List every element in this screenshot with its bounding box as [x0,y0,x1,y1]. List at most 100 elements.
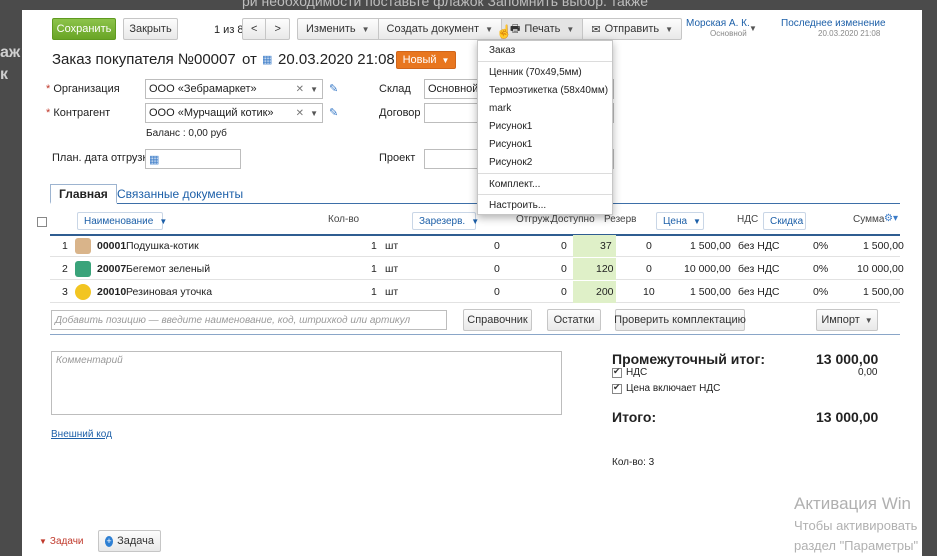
doc-from: от [242,51,257,68]
status-dropdown[interactable]: Новый ▼ [396,51,456,69]
tasks-toggle[interactable]: ▼ Задачи [39,536,84,547]
sum: 10 000,00 [857,263,904,275]
contract-label: Договор [379,107,421,119]
create-document-button[interactable]: Создать документ ▼ [379,19,502,39]
add-position-input[interactable]: Добавить позицию — введите наименование,… [51,310,447,330]
pager-nav: < > [242,18,290,40]
menu-item-thermal-label[interactable]: Термоэтикетка (58x40мм) [478,85,612,96]
qty[interactable]: 1 [371,240,377,252]
add-task-button[interactable]: + Задача [98,530,161,552]
product-code: 20007 [97,263,127,275]
contractor-field[interactable]: ООО «Мурчащий котик» ✕ ▼ [145,103,323,123]
product-thumbnail [75,238,91,254]
chevron-down-icon: ▼ [693,216,701,226]
tasks-label: Задачи [49,536,84,547]
edit-button[interactable]: Изменить ▼ [298,19,379,39]
check-kit-button[interactable]: Проверить комплектацию [614,309,746,331]
vat[interactable]: без НДС [738,286,780,298]
comment-textarea[interactable]: Комментарий [51,351,562,415]
tab-main[interactable]: Главная [50,184,117,204]
ship-date-field[interactable]: ▦ [145,149,241,169]
unit: шт [385,240,399,252]
price[interactable]: 1 500,00 [690,240,731,252]
next-button[interactable]: > [266,19,288,39]
menu-item-picture2[interactable]: Рисунок2 [478,157,612,168]
status-label: Новый [402,54,437,66]
header-qty: Кол-во [328,214,360,225]
prev-button[interactable]: < [243,19,267,39]
activation-watermark-line: Чтобы активировать [794,518,918,533]
edit-label: Изменить [306,23,356,35]
vat[interactable]: без НДС [738,263,780,275]
org-field[interactable]: ООО «Зебрамаркет» ✕ ▼ [145,79,323,99]
header-price[interactable]: Цена ▼ [656,212,704,230]
tab-related-docs[interactable]: Связанные документы [109,184,251,204]
last-change-link[interactable]: Последнее изменение [781,18,886,29]
vat[interactable]: без НДС [738,240,780,252]
caret-down-icon: ▼ [441,55,450,65]
select-all-checkbox[interactable] [37,217,47,227]
reserved: 0 [494,286,500,298]
menu-item-picture1-b[interactable]: Рисунок1 [478,139,612,150]
import-button[interactable]: Импорт ▼ [816,309,878,331]
chevron-down-icon[interactable]: ▼ [310,109,318,118]
table-row[interactable]: 2 20007 Бегемот зеленый 1 шт 0 0 120 0 1… [50,258,904,280]
discount[interactable]: 0% [813,263,828,275]
available: 120 [596,263,614,275]
discount[interactable]: 0% [813,240,828,252]
header-discount[interactable]: Скидка [763,212,806,230]
qty[interactable]: 1 [371,286,377,298]
external-code-link[interactable]: Внешний код [51,429,112,440]
org-value: ООО «Зебрамаркет» [149,83,257,95]
remains-button[interactable]: Остатки [547,309,601,331]
calendar-icon[interactable]: ▦ [262,53,272,66]
action-toolbar: Изменить ▼ Создать документ ▼ 🖶 Печать ▼ ✉ От… [297,18,683,40]
discount[interactable]: 0% [813,286,828,298]
plus-icon: + [105,535,114,547]
table-row[interactable]: 3 20010 Резиновая уточка 1 шт 0 0 200 10… [50,281,904,303]
user-caret-icon[interactable]: ▼ [749,24,757,33]
edit-pencil-icon[interactable]: ✎ [329,82,338,95]
close-button[interactable]: Закрыть [123,18,178,40]
save-button[interactable]: Сохранить [52,18,116,40]
header-name[interactable]: Наименование ▼ [77,212,167,230]
header-reserved[interactable]: Зарезерв. ▼ [412,212,479,230]
menu-item-kit[interactable]: Комплект... [478,179,612,190]
price[interactable]: 10 000,00 [684,263,731,275]
gear-icon[interactable]: ⚙▾ [884,213,898,224]
chevron-down-icon[interactable]: ▼ [310,85,318,94]
print-button[interactable]: 🖶 Печать ▼ [501,19,584,39]
product-name[interactable]: Резиновая уточка [126,286,212,298]
order-window: Сохранить Закрыть 1 из 8 < > Изменить ▼ С… [22,10,922,556]
doc-date[interactable]: 20.03.2020 21:08 [278,51,395,68]
row-number: 1 [62,240,68,252]
menu-item-mark[interactable]: mark [478,103,612,114]
product-name[interactable]: Бегемот зеленый [126,263,210,275]
reserved: 0 [494,263,500,275]
backdrop-hint: к [0,66,9,83]
subtotal-label: Промежуточный итог: [612,351,766,367]
menu-item-price-tag[interactable]: Ценник (70x49,5мм) [478,67,612,78]
row-number: 3 [62,286,68,298]
qty[interactable]: 1 [371,263,377,275]
available: 37 [600,240,612,252]
user-name[interactable]: Морская А. К. [686,18,750,29]
edit-pencil-icon[interactable]: ✎ [329,106,338,119]
price-includes-vat-checkbox[interactable] [612,382,622,394]
menu-item-order[interactable]: Заказ [478,45,612,56]
product-name[interactable]: Подушка-котик [126,240,199,252]
menu-item-configure[interactable]: Настроить... [478,200,612,211]
total-label: Итого: [612,409,657,425]
clear-icon[interactable]: ✕ [296,84,304,95]
doc-number[interactable]: 00007 [194,51,236,68]
clear-icon[interactable]: ✕ [296,108,304,119]
price[interactable]: 1 500,00 [690,286,731,298]
send-button[interactable]: ✉ Отправить ▼ [583,19,681,39]
calendar-icon[interactable]: ▦ [149,153,159,166]
catalog-button[interactable]: Справочник [463,309,532,331]
menu-divider [478,194,612,195]
header-reserve: Резерв [604,214,637,225]
vat-checkbox[interactable] [612,366,622,378]
table-row[interactable]: 1 00001 Подушка-котик 1 шт 0 0 37 0 1 50… [50,235,904,257]
menu-item-picture1[interactable]: Рисунок1 [478,121,612,132]
